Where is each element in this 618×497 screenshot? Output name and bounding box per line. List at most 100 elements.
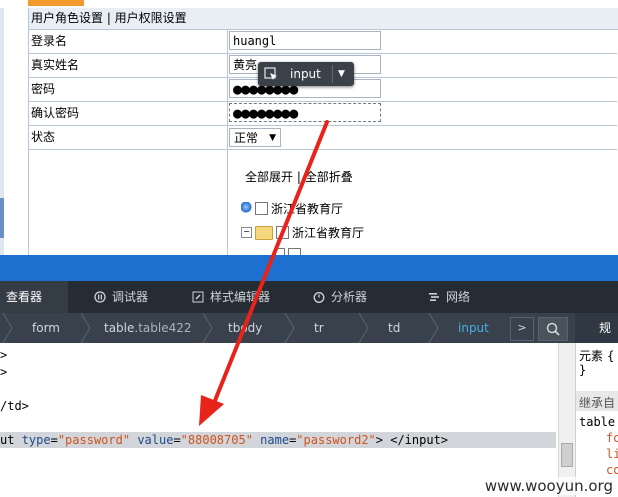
- breadcrumb-separator-icon: [80, 313, 91, 343]
- inspector-tooltip: input ▼: [258, 62, 354, 86]
- network-icon: [429, 293, 439, 301]
- tab-label: 调试器: [112, 290, 149, 304]
- field-label: 状态: [31, 130, 56, 144]
- permission-tree-cell: 全部展开 | 全部折叠 浙江省教育厅 − 浙江省教育厅: [29, 148, 617, 255]
- tab-profiler[interactable]: 分析器: [313, 281, 367, 313]
- tab-label: 分析器: [331, 290, 368, 304]
- web-page: 用户角色设置 | 用户权限设置 登录名 huangl 真实姓名 黄亮 密码 ●●…: [0, 0, 618, 255]
- table-rule[interactable]: table {: [579, 415, 618, 429]
- devtools-top-band: [0, 255, 618, 281]
- login-name-input[interactable]: huangl: [229, 31, 381, 50]
- inherited-header: 继承自: [576, 391, 618, 411]
- markup-line[interactable]: >: [0, 364, 556, 380]
- tree-checkbox[interactable]: [288, 248, 301, 255]
- pause-icon: [94, 291, 106, 303]
- user-form-table: 用户角色设置 | 用户权限设置 登录名 huangl 真实姓名 黄亮 密码 ●●…: [28, 8, 618, 255]
- field-label: 确认密码: [31, 106, 80, 120]
- left-frame-scroll-thumb[interactable]: [0, 198, 4, 238]
- tab-style-editor[interactable]: 样式编辑器: [192, 281, 270, 313]
- tab-label: 网络: [446, 290, 471, 304]
- breadcrumb-item-table[interactable]: table.table422: [104, 313, 192, 343]
- tag-close: > </input>: [375, 433, 449, 447]
- collapse-all-link[interactable]: 全部折叠: [305, 170, 353, 184]
- tree-item-child[interactable]: − 浙江省教育厅: [241, 224, 364, 241]
- left-frame-scrollbar[interactable]: [0, 8, 4, 255]
- breadcrumb-item-td[interactable]: td: [388, 313, 400, 343]
- breadcrumb-item-form[interactable]: form: [32, 313, 60, 343]
- markup-line[interactable]: >: [0, 347, 556, 363]
- devtools-tabbar: 查看器 调试器 样式编辑器 分析器 网络: [0, 281, 618, 313]
- element-picker-icon[interactable]: [264, 67, 278, 81]
- orange-tab-header: [28, 0, 84, 6]
- collapse-toggle-icon[interactable]: −: [241, 227, 252, 238]
- inherited-label: 继承自: [579, 396, 616, 410]
- field-label: 密码: [31, 82, 56, 96]
- tree-item-root[interactable]: 浙江省教育厅: [241, 200, 343, 217]
- row-confirm-password: 确认密码 ●●●●●●●●: [29, 102, 617, 126]
- tree-item-partial[interactable]: [275, 248, 301, 255]
- search-icon: [546, 322, 560, 336]
- tree-checkbox[interactable]: [276, 226, 289, 239]
- breadcrumb-item-input[interactable]: input: [458, 313, 489, 343]
- status-select[interactable]: 正常 ▼: [229, 128, 281, 147]
- breadcrumb-separator-icon: [202, 313, 213, 343]
- markup-line[interactable]: /td>: [0, 398, 556, 414]
- search-button[interactable]: [538, 317, 568, 341]
- breadcrumb-separator-icon: [358, 313, 369, 343]
- watermark: www.wooyun.org: [481, 477, 616, 495]
- tag-fragment: ut: [0, 433, 22, 447]
- row-login-name: 登录名 huangl: [29, 30, 617, 54]
- breadcrumb-item-tr[interactable]: tr: [314, 313, 324, 343]
- link-separator: |: [296, 170, 301, 184]
- attr-value: "password2": [296, 433, 376, 447]
- tooltip-tag-name: input: [290, 67, 321, 81]
- chevron-right-icon: >: [517, 321, 527, 334]
- breadcrumb-separator-icon: [284, 313, 295, 343]
- attr-name: type: [21, 433, 51, 447]
- rules-panel: 元素 { } 继承自 table { fo lin co: [575, 343, 618, 497]
- element-rule[interactable]: 元素 {: [579, 347, 614, 364]
- status-select-value: 正常: [234, 131, 259, 145]
- rule-property[interactable]: fo: [606, 431, 618, 445]
- breadcrumb: form table.table422 tbody tr td input >: [0, 313, 575, 343]
- markup-line-selected[interactable]: ut type="password" value="88008705" name…: [0, 432, 556, 448]
- stopwatch-icon: [313, 292, 325, 303]
- tab-label: 样式编辑器: [210, 290, 271, 304]
- tab-label: 查看器: [6, 290, 43, 304]
- row-status: 状态 正常 ▼: [29, 126, 617, 150]
- chevron-down-icon: ▼: [269, 133, 276, 143]
- attr-name: value: [137, 433, 174, 447]
- attr-value: "88008705": [180, 433, 253, 447]
- tree-item-label: 浙江省教育厅: [292, 226, 365, 240]
- globe-icon: [241, 201, 252, 216]
- tree-checkbox[interactable]: [255, 202, 268, 215]
- markup-scroll-thumb[interactable]: [561, 443, 573, 467]
- folder-icon: [255, 225, 273, 240]
- rule-close: }: [579, 363, 587, 377]
- tab-inspector[interactable]: 查看器: [0, 281, 68, 313]
- field-label: 真实姓名: [31, 58, 80, 72]
- pencil-icon: [192, 291, 204, 303]
- devtools-panel: 查看器 调试器 样式编辑器 分析器 网络 form table.table422…: [0, 255, 618, 497]
- crumb-tag: table: [104, 321, 135, 335]
- file-icon: [275, 248, 285, 255]
- rule-property[interactable]: lin: [606, 447, 618, 461]
- breadcrumb-item-tbody[interactable]: tbody: [228, 313, 262, 343]
- chevron-down-icon[interactable]: ▼: [338, 62, 345, 86]
- tab-debugger[interactable]: 调试器: [94, 281, 148, 313]
- markup-scrollbar[interactable]: [558, 343, 575, 497]
- markup-view: > > /td> ut type="password" value="88008…: [0, 343, 558, 497]
- tree-toggle-links: 全部展开 | 全部折叠: [245, 168, 353, 185]
- rule-property[interactable]: co: [606, 463, 618, 477]
- breadcrumb-separator-icon: [2, 313, 13, 343]
- tree-item-label: 浙江省教育厅: [271, 202, 344, 216]
- expand-all-link[interactable]: 全部展开: [245, 170, 293, 184]
- rules-panel-title[interactable]: 规则: [575, 313, 618, 365]
- tab-network[interactable]: 网络: [428, 281, 470, 313]
- attr-value: "password": [57, 433, 131, 447]
- breadcrumb-separator-icon: [428, 313, 439, 343]
- form-header-links[interactable]: 用户角色设置 | 用户权限设置: [29, 8, 618, 30]
- field-label: 登录名: [31, 34, 68, 48]
- breadcrumb-scroll-right-button[interactable]: >: [510, 317, 534, 341]
- confirm-password-input[interactable]: ●●●●●●●●: [229, 103, 381, 122]
